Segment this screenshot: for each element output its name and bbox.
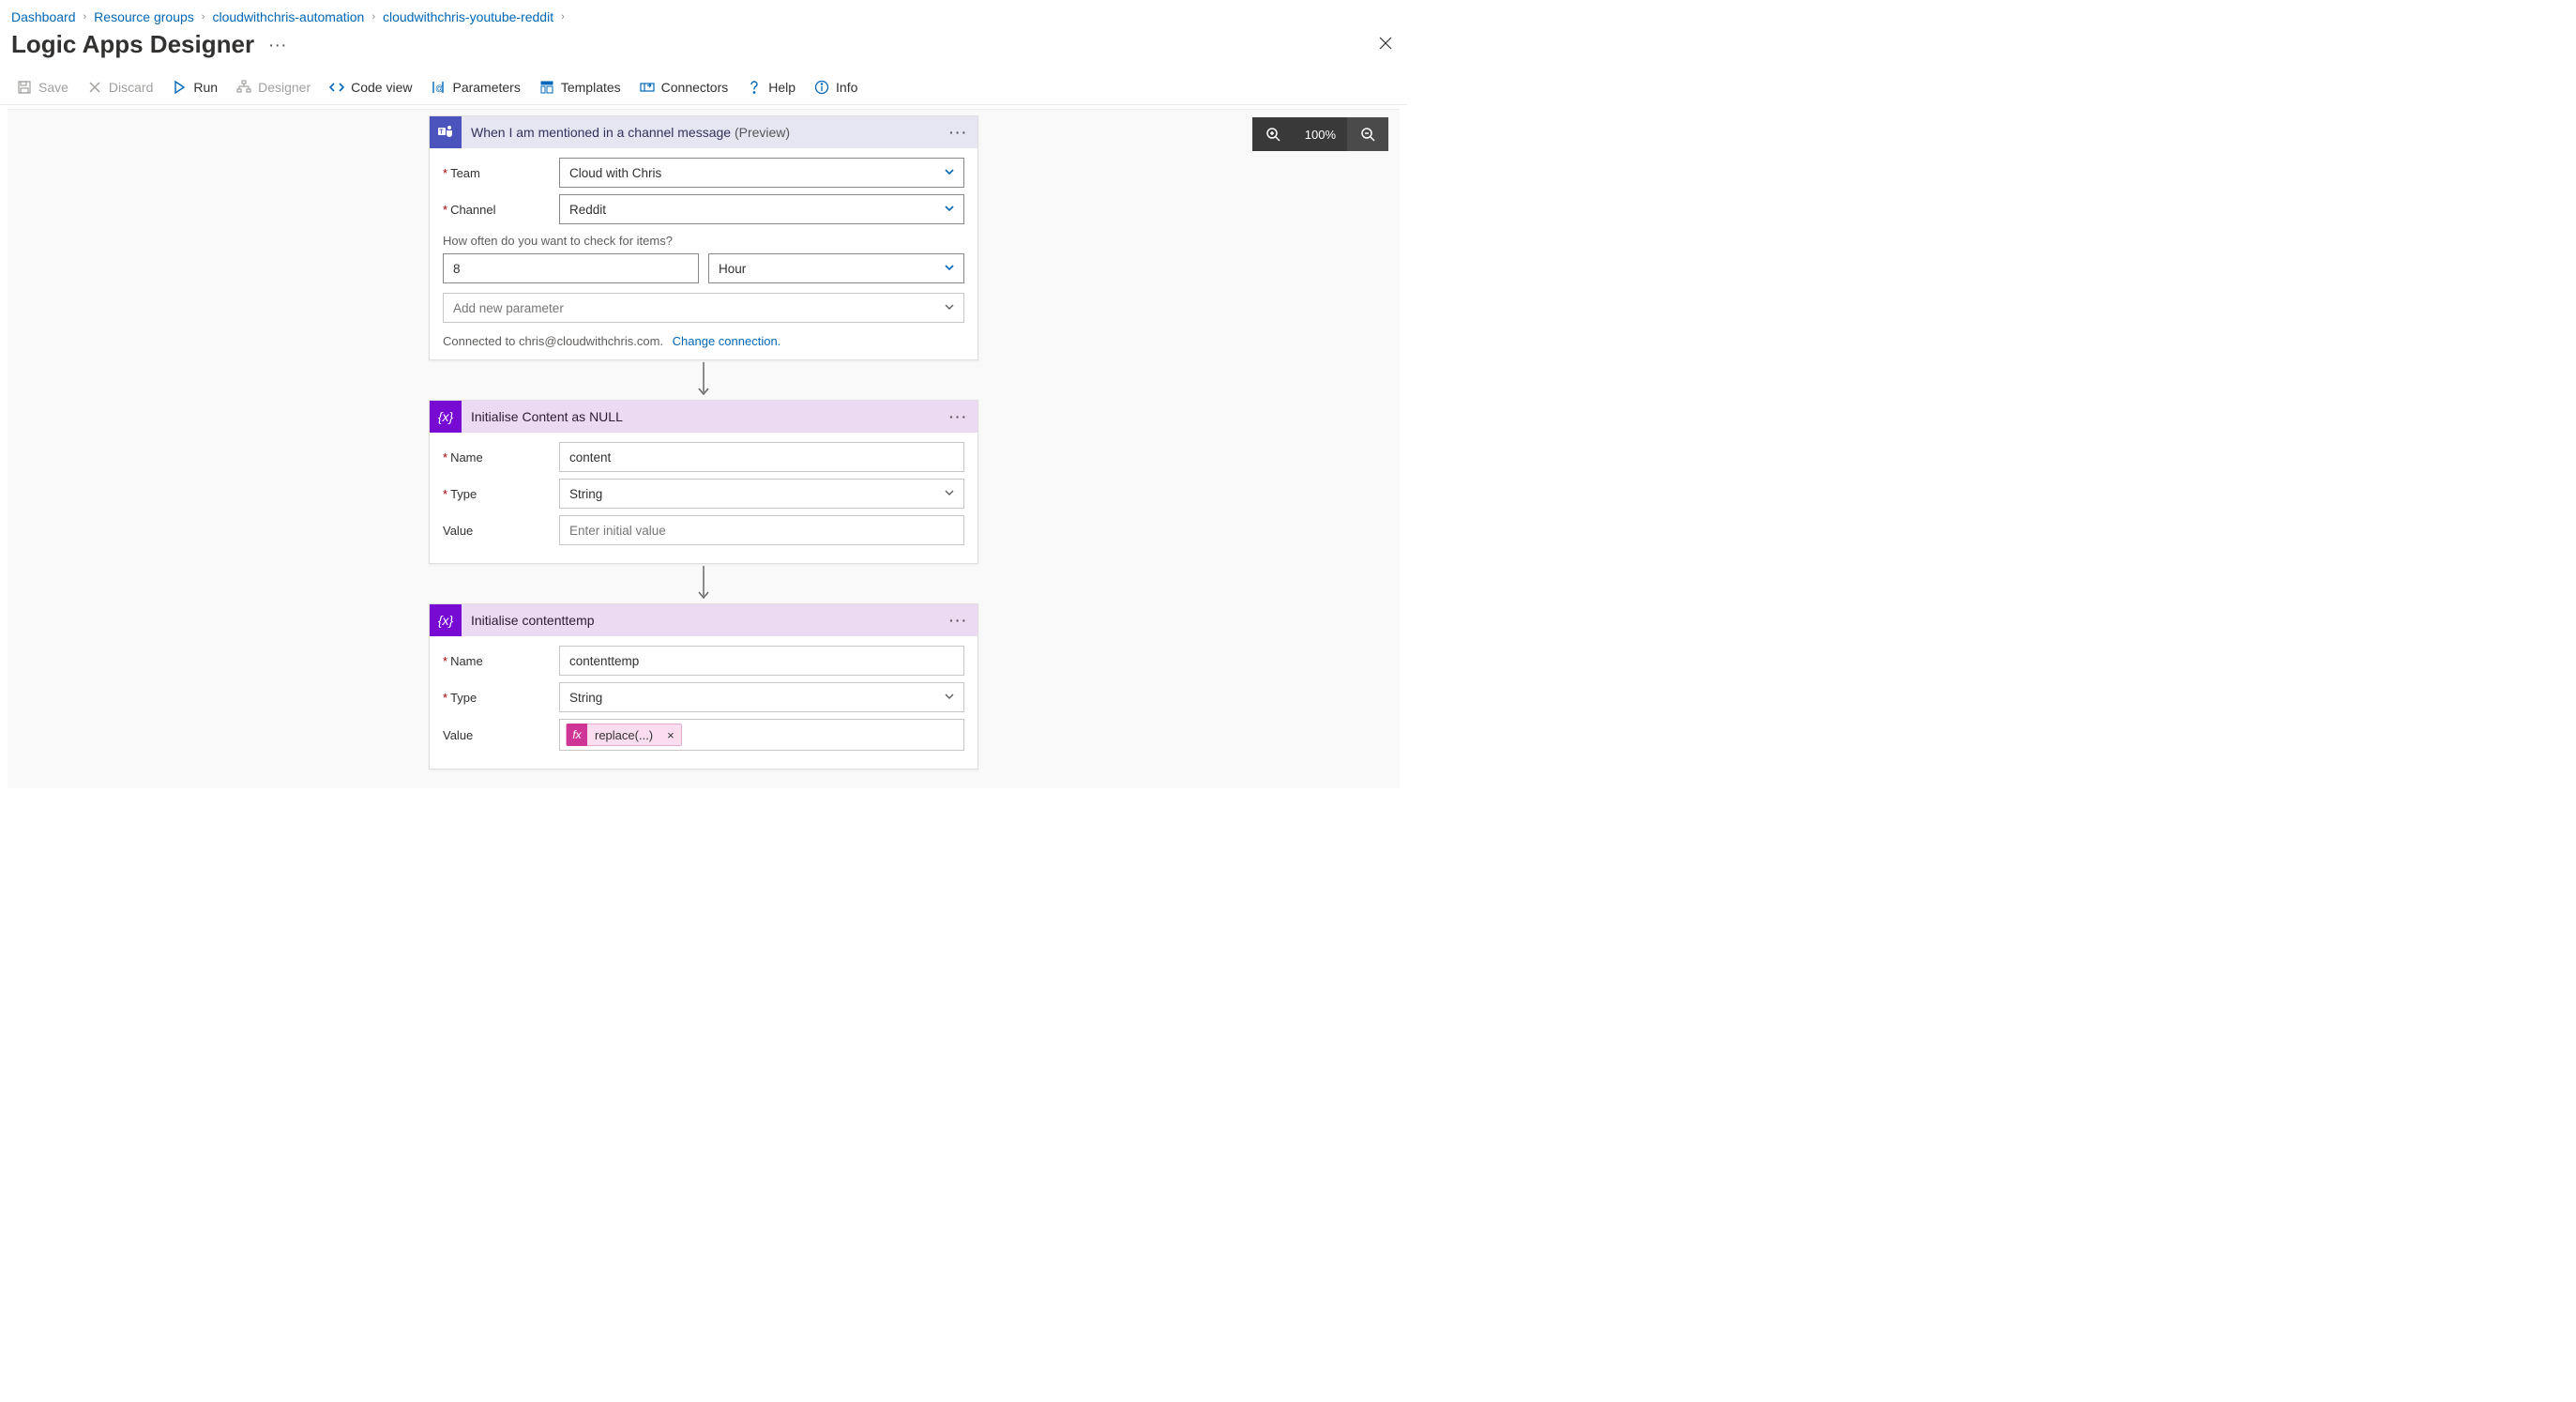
type-select[interactable]: String (559, 682, 964, 712)
variable-icon: {x} (430, 604, 462, 636)
svg-text:@: @ (435, 84, 444, 93)
breadcrumb-dashboard[interactable]: Dashboard (11, 9, 76, 24)
name-input[interactable]: contenttemp (559, 646, 964, 676)
init-content-card-header[interactable]: {x} Initialise Content as NULL ··· (430, 401, 977, 433)
card-title-text: Initialise Content as NULL (471, 409, 949, 424)
card-title-text: Initialise contenttemp (471, 613, 949, 628)
svg-text:T: T (439, 130, 444, 136)
value-input[interactable]: fx replace(...) × (559, 719, 964, 751)
init-content-card: {x} Initialise Content as NULL ··· *Name… (429, 400, 978, 564)
templates-button[interactable]: Templates (539, 80, 621, 95)
discard-button[interactable]: Discard (87, 80, 153, 95)
team-select[interactable]: Cloud with Chris (559, 158, 964, 188)
name-label: *Name (443, 450, 550, 465)
breadcrumb-logicapp[interactable]: cloudwithchris-youtube-reddit (383, 9, 553, 24)
chevron-down-icon (944, 690, 955, 705)
value-label: Value (443, 728, 550, 742)
token-remove-button[interactable]: × (660, 728, 681, 742)
connection-info: Connected to chris@cloudwithchris.com. C… (443, 334, 964, 348)
card-preview-text: (Preview) (735, 125, 790, 140)
card-title-text: When I am mentioned in a channel message (471, 125, 731, 140)
designer-canvas[interactable]: 100% T When I am mentioned in a channel … (8, 109, 1400, 788)
teams-icon: T (430, 116, 462, 148)
chevron-right-icon: › (202, 11, 205, 23)
channel-label: *Channel (443, 203, 550, 217)
chevron-down-icon (944, 202, 955, 217)
frequency-select[interactable]: Hour (708, 253, 964, 283)
breadcrumb-rg-automation[interactable]: cloudwithchris-automation (212, 9, 364, 24)
run-button[interactable]: Run (172, 80, 218, 95)
card-more-button[interactable]: ··· (949, 409, 968, 424)
parameters-button[interactable]: @ Parameters (431, 80, 520, 95)
trigger-card: T When I am mentioned in a channel messa… (429, 115, 978, 360)
trigger-card-header[interactable]: T When I am mentioned in a channel messa… (430, 116, 977, 148)
chevron-down-icon (944, 486, 955, 501)
card-more-button[interactable]: ··· (949, 613, 968, 628)
team-label: *Team (443, 166, 550, 180)
token-text: replace(...) (587, 728, 660, 742)
close-button[interactable] (1377, 35, 1394, 56)
connectors-button[interactable]: Connectors (640, 80, 729, 95)
zoom-control: 100% (1252, 117, 1388, 151)
info-button[interactable]: Info (814, 80, 857, 95)
chevron-down-icon (944, 300, 955, 315)
type-label: *Type (443, 487, 550, 501)
page-title: Logic Apps Designer ··· (11, 30, 288, 59)
chevron-down-icon (944, 165, 955, 180)
add-parameter-select[interactable]: Add new parameter (443, 293, 964, 323)
init-contenttemp-card: {x} Initialise contenttemp ··· *Name con… (429, 603, 978, 770)
card-more-button[interactable]: ··· (949, 125, 968, 140)
chevron-right-icon: › (371, 11, 375, 23)
value-label: Value (443, 524, 550, 538)
name-input[interactable]: content (559, 442, 964, 472)
zoom-level: 100% (1294, 128, 1347, 142)
chevron-down-icon (944, 261, 955, 276)
interval-input[interactable]: 8 (443, 253, 699, 283)
name-label: *Name (443, 654, 550, 668)
flow-connector[interactable] (697, 564, 710, 603)
channel-select[interactable]: Reddit (559, 194, 964, 224)
change-connection-link[interactable]: Change connection. (673, 334, 781, 348)
type-select[interactable]: String (559, 479, 964, 509)
save-button[interactable]: Save (17, 80, 68, 95)
variable-icon: {x} (430, 401, 462, 433)
help-button[interactable]: Help (747, 80, 796, 95)
toolbar: Save Discard Run Designer Code view @ Pa… (0, 70, 1407, 105)
fx-icon: fx (567, 724, 587, 746)
breadcrumb-resource-groups[interactable]: Resource groups (94, 9, 194, 24)
type-label: *Type (443, 691, 550, 705)
breadcrumb: Dashboard › Resource groups › cloudwithc… (0, 0, 1407, 28)
zoom-in-button[interactable] (1252, 117, 1294, 151)
chevron-right-icon: › (83, 11, 87, 23)
designer-button[interactable]: Designer (236, 80, 311, 95)
title-more-button[interactable]: ··· (269, 38, 288, 53)
polling-text: How often do you want to check for items… (443, 234, 964, 248)
chevron-right-icon: › (561, 11, 565, 23)
expression-token[interactable]: fx replace(...) × (566, 724, 682, 746)
init-contenttemp-card-header[interactable]: {x} Initialise contenttemp ··· (430, 604, 977, 636)
flow-connector[interactable] (697, 360, 710, 400)
value-input[interactable]: Enter initial value (559, 515, 964, 545)
zoom-out-button[interactable] (1347, 117, 1388, 151)
code-view-button[interactable]: Code view (329, 80, 412, 95)
